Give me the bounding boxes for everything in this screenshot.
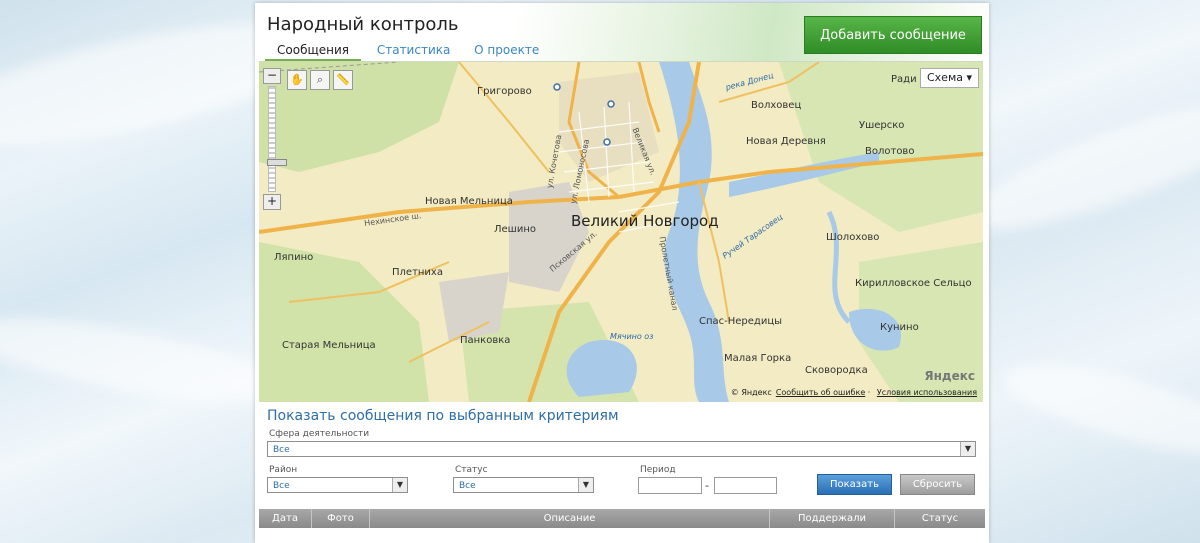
district-select-value: Все — [273, 481, 290, 491]
column-supported[interactable]: Поддержали — [770, 509, 895, 528]
site-title: Народный контроль — [267, 14, 459, 35]
magnifier-icon[interactable]: ⌕ — [310, 70, 330, 90]
city-label: Великий Новгород — [571, 212, 719, 230]
map-footer: © Яндекс Сообщить об ошибке · Условия исп… — [730, 388, 977, 397]
place-label: Малая Горка — [724, 353, 792, 364]
place-label: Панковка — [460, 335, 511, 346]
map-type-dropdown[interactable]: Схема ▾ — [919, 68, 979, 88]
chevron-down-icon: ▼ — [578, 478, 593, 492]
report-error-link[interactable]: Сообщить об ошибке — [776, 388, 865, 397]
chevron-down-icon: ▼ — [392, 478, 407, 492]
place-label: Спас-Нередицы — [699, 316, 783, 327]
hand-icon[interactable]: ✋ — [287, 70, 307, 90]
place-label: Старая Мельница — [282, 340, 376, 351]
map[interactable]: − + ✋ ⌕ 📏 Схема ▾ Великий Новгород Григоро… — [259, 61, 983, 402]
column-description[interactable]: Описание — [370, 509, 770, 528]
reset-button[interactable]: Сбросить — [900, 474, 975, 495]
header: Народный контроль Сообщения Статистика О… — [255, 3, 989, 61]
place-label: Кирилловское Сельцо — [855, 278, 972, 289]
place-label: Новая Мельница — [425, 196, 513, 207]
tab-about[interactable]: О проекте — [474, 43, 539, 57]
map-tools: ✋ ⌕ 📏 — [287, 68, 356, 90]
table-header: Дата Фото Описание Поддержали Статус — [259, 509, 985, 528]
sphere-select-value: Все — [273, 445, 290, 455]
district-label: Район — [269, 465, 298, 475]
tab-statistics[interactable]: Статистика — [377, 43, 451, 57]
sphere-select[interactable]: Все ▼ — [267, 441, 976, 457]
period-label: Период — [640, 465, 676, 475]
tab-messages[interactable]: Сообщения — [265, 43, 362, 61]
ruler-icon[interactable]: 📏 — [333, 70, 353, 90]
main-panel: Народный контроль Сообщения Статистика О… — [255, 3, 989, 543]
place-label: Плетниха — [392, 267, 443, 278]
water-label: Мячино оз — [610, 332, 654, 341]
map-copyright: © Яндекс — [730, 388, 772, 397]
place-label: Волотово — [865, 146, 915, 157]
place-label: Кунино — [880, 322, 919, 333]
status-select[interactable]: Все ▼ — [453, 477, 594, 493]
district-select[interactable]: Все ▼ — [267, 477, 408, 493]
zoom-slider-handle[interactable] — [267, 159, 287, 166]
filters-title: Показать сообщения по выбранным критерия… — [267, 408, 619, 424]
place-label: Григорово — [477, 86, 532, 97]
show-button[interactable]: Показать — [817, 474, 892, 495]
column-date[interactable]: Дата — [259, 509, 312, 528]
zoom-scale[interactable] — [267, 86, 287, 192]
chevron-down-icon: ▼ — [960, 442, 975, 456]
place-label: Новая Деревня — [746, 136, 826, 147]
nav-tabs: Сообщения Статистика О проекте — [265, 43, 559, 61]
period-start-input[interactable] — [638, 477, 702, 494]
place-label: Сковородка — [805, 365, 868, 376]
status-select-value: Все — [459, 481, 476, 491]
status-label: Статус — [455, 465, 488, 475]
place-label: Шолохово — [826, 232, 880, 243]
terms-link[interactable]: Условия использования — [877, 388, 977, 397]
place-label: Волховец — [751, 100, 802, 111]
zoom-out-button[interactable]: − — [263, 68, 281, 84]
place-label: Лешино — [494, 224, 536, 235]
sphere-label: Сфера деятельности — [269, 429, 370, 439]
zoom-control: − + — [263, 68, 287, 210]
yandex-logo: Яндекс — [924, 369, 975, 383]
add-message-button[interactable]: Добавить сообщение — [804, 16, 982, 54]
period-dash: - — [705, 479, 709, 492]
period-end-input[interactable] — [714, 477, 777, 494]
place-label: Ушерско — [859, 120, 905, 131]
zoom-in-button[interactable]: + — [263, 194, 281, 210]
place-label: Ради — [891, 74, 917, 85]
column-photo[interactable]: Фото — [312, 509, 370, 528]
column-status[interactable]: Статус — [895, 509, 985, 528]
place-label: Ляпино — [274, 252, 314, 263]
